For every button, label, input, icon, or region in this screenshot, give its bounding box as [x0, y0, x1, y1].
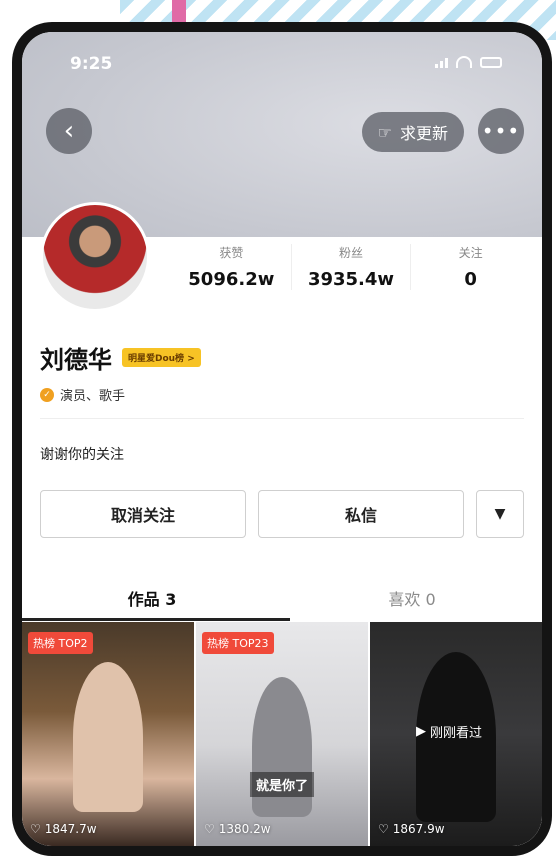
stat-label: 粉丝: [339, 246, 364, 260]
wifi-icon: [456, 56, 472, 68]
hot-rank-tag: 热榜 TOP23: [202, 632, 274, 654]
stat-value: 0: [464, 269, 477, 290]
more-button[interactable]: •••: [478, 108, 524, 154]
video-thumbnail[interactable]: ▶ 刚刚看过 ♡ 1867.9w: [370, 622, 542, 846]
status-time: 9:25: [70, 54, 113, 74]
recently-viewed-text: 刚刚看过: [430, 726, 483, 741]
recently-viewed-label: ▶ 刚刚看过: [416, 722, 482, 741]
tab-likes[interactable]: 喜欢 0: [282, 572, 542, 622]
ellipsis-icon: •••: [481, 119, 521, 143]
profile-bio: 谢谢你的关注: [40, 447, 124, 463]
stat-following[interactable]: 关注 0: [411, 244, 530, 290]
phone-frame: 9:25 ‹ ☞ 求更新 ••• 获赞 5096.2w 粉丝 3935.4w 关…: [12, 22, 552, 856]
stat-label: 关注: [458, 246, 483, 260]
video-likes: ♡ 1867.9w: [378, 822, 445, 836]
video-likes: ♡ 1847.7w: [30, 822, 97, 836]
thumbnail-figure: [73, 662, 143, 812]
verification-row: ✓ 演员、歌手: [40, 385, 125, 404]
hand-point-icon: ☞: [377, 122, 392, 142]
heart-outline-icon: ♡: [30, 822, 41, 836]
action-buttons: 取消关注 私信 ▼: [40, 490, 524, 538]
check-badge-icon: ✓: [40, 387, 54, 402]
video-likes: ♡ 1380.2w: [204, 822, 271, 836]
message-button[interactable]: 私信: [258, 490, 464, 538]
stat-followers[interactable]: 粉丝 3935.4w: [292, 244, 412, 290]
signal-icon: [435, 58, 448, 68]
name-row: 刘德华 明星爱Dou榜 >: [40, 340, 201, 375]
unfollow-button[interactable]: 取消关注: [40, 490, 246, 538]
chevron-left-icon: ‹: [63, 116, 75, 146]
hot-rank-tag: 热榜 TOP2: [28, 632, 93, 654]
video-likes-count: 1380.2w: [218, 822, 271, 836]
stat-value: 3935.4w: [307, 269, 395, 290]
phone-screen: 9:25 ‹ ☞ 求更新 ••• 获赞 5096.2w 粉丝 3935.4w 关…: [22, 32, 542, 846]
status-icons: [435, 56, 502, 68]
request-update-label: 求更新: [399, 124, 448, 143]
profile-name: 刘德华: [40, 346, 112, 374]
video-likes-count: 1867.9w: [392, 822, 445, 836]
stats-row: 获赞 5096.2w 粉丝 3935.4w 关注 0: [172, 244, 530, 290]
video-caption: 就是你了: [249, 772, 315, 797]
video-grid: 热榜 TOP2 ♡ 1847.7w 热榜 TOP23 就是你了 ♡ 1380.2…: [22, 622, 542, 846]
video-thumbnail[interactable]: 热榜 TOP23 就是你了 ♡ 1380.2w: [196, 622, 368, 846]
battery-icon: [480, 57, 502, 68]
verification-text: 演员、歌手: [60, 389, 126, 404]
play-icon: ▶: [416, 724, 426, 739]
stat-label: 获赞: [219, 246, 244, 260]
heart-outline-icon: ♡: [204, 822, 215, 836]
divider: [40, 418, 524, 419]
back-button[interactable]: ‹: [46, 108, 92, 154]
video-thumbnail[interactable]: 热榜 TOP2 ♡ 1847.7w: [22, 622, 194, 846]
dropdown-button[interactable]: ▼: [476, 490, 524, 538]
rank-badge[interactable]: 明星爱Dou榜 >: [122, 348, 201, 367]
stat-likes[interactable]: 获赞 5096.2w: [172, 244, 292, 290]
active-tab-indicator: [22, 618, 290, 621]
tab-works[interactable]: 作品 3: [22, 572, 282, 622]
triangle-down-icon: ▼: [494, 506, 506, 522]
content-tabs: 作品 3 喜欢 0: [22, 572, 542, 622]
avatar[interactable]: [40, 202, 150, 312]
video-likes-count: 1847.7w: [44, 822, 97, 836]
heart-outline-icon: ♡: [378, 822, 389, 836]
stat-value: 5096.2w: [188, 269, 275, 290]
request-update-button[interactable]: ☞ 求更新: [361, 112, 464, 152]
